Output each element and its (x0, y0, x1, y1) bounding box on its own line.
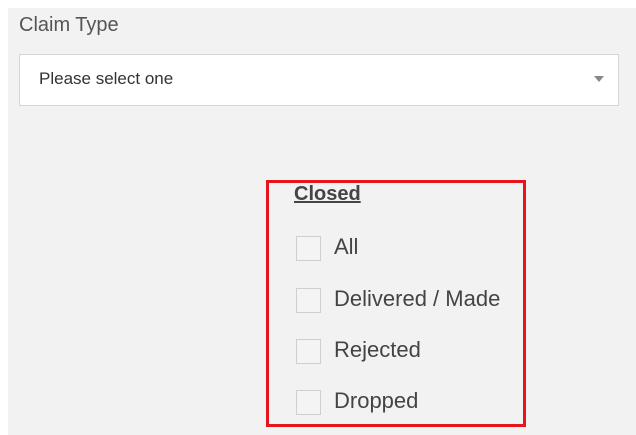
claim-type-label: Claim Type (19, 14, 119, 36)
option-label: Delivered / Made (334, 286, 501, 311)
option-label: Rejected (334, 337, 421, 362)
claim-type-selected-value: Please select one (39, 69, 174, 88)
caret-down-icon (594, 76, 604, 82)
checkbox-delivered-made[interactable] (296, 288, 321, 313)
closed-heading: Closed (294, 183, 361, 205)
checkbox-dropped[interactable] (296, 390, 321, 415)
option-label: All (334, 234, 359, 259)
checkbox-rejected[interactable] (296, 339, 321, 364)
checkbox-all[interactable] (296, 236, 321, 261)
option-label: Dropped (334, 388, 419, 413)
claim-type-select[interactable]: Please select one (19, 54, 619, 106)
